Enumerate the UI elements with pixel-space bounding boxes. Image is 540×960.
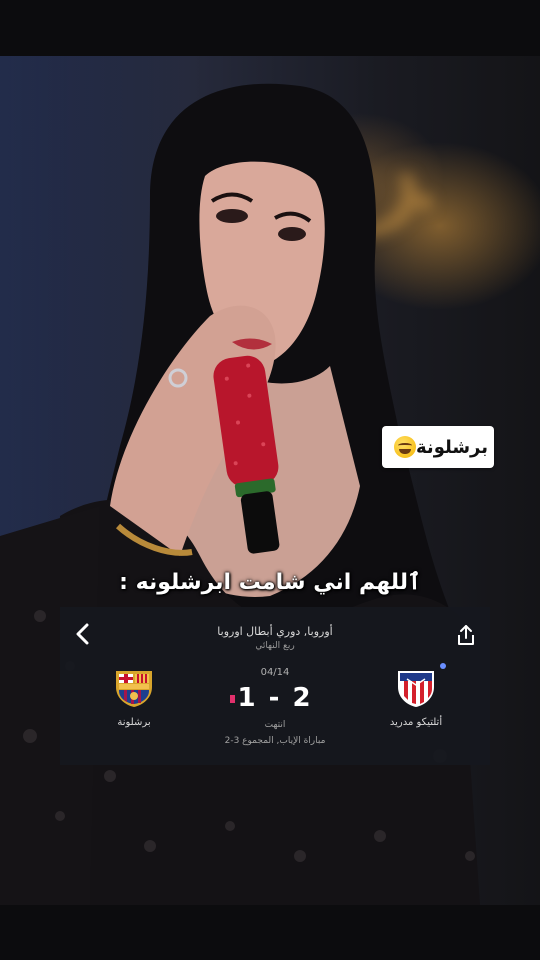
competition-name: أوروبا, دوري أبطال اوروبا: [217, 625, 333, 638]
live-indicator-dot: [440, 663, 446, 669]
video-caption: ٱللهم اني شامت ابرشلونه :: [119, 570, 421, 595]
sticker-label: برشلونة: [382, 426, 494, 468]
share-button[interactable]: [454, 623, 478, 647]
chevron-left-icon: [76, 623, 89, 645]
aggregate-info: مباراة الإياب, المجموع 3-2: [224, 736, 326, 746]
atletico-madrid-crest-icon[interactable]: [394, 665, 438, 709]
video-frame: ﺮﺑ برشلونة ٱللهم اني شامت ابرشلونه: أور…: [0, 0, 540, 960]
singer-photo: [0, 83, 480, 905]
barcelona-crest-icon[interactable]: [112, 665, 156, 709]
match-score: 1 - 2: [237, 683, 313, 713]
match-round: ربع النهائي: [255, 641, 295, 651]
home-team-name: برشلونة: [117, 717, 151, 728]
laughing-emoji-icon: [394, 436, 417, 458]
top-letterbox: [0, 0, 540, 56]
match-result-card: أوروبا, دوري أبطال اوروبا ربع النهائي 04…: [60, 607, 490, 765]
back-button[interactable]: [70, 621, 96, 647]
bottom-letterbox: [0, 905, 540, 960]
video-scene: ﺮﺑ برشلونة ٱللهم اني شامت ابرشلونه: أور…: [0, 56, 540, 905]
away-team-name: أتلتيكو مدريد: [389, 717, 443, 728]
share-icon: [458, 625, 474, 645]
sticker-text: برشلونة: [416, 436, 488, 458]
